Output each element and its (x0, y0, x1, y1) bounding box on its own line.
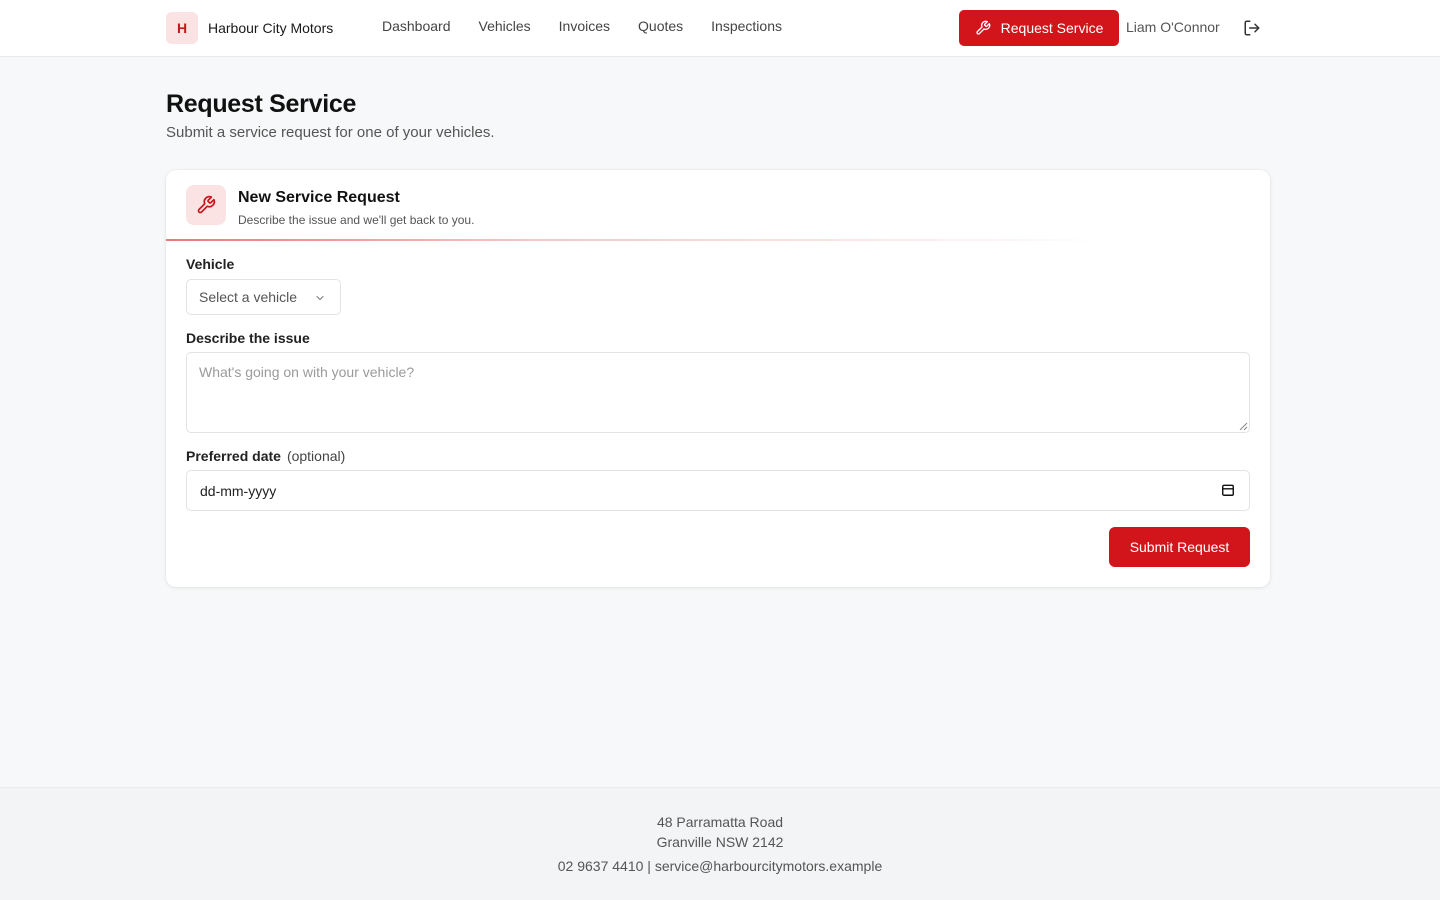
date-label: Preferred date (optional) (186, 448, 345, 464)
issue-label: Describe the issue (186, 330, 310, 346)
nav-quotes[interactable]: Quotes (638, 18, 683, 34)
date-label-text: Preferred date (186, 448, 281, 464)
calendar-icon[interactable] (1221, 483, 1235, 497)
preferred-date-input[interactable]: dd-mm-yyyy (186, 470, 1250, 511)
date-input-value: dd-mm-yyyy (200, 482, 277, 499)
card-header-icon (186, 185, 226, 225)
date-optional-text: (optional) (286, 448, 346, 464)
issue-textarea[interactable] (186, 352, 1250, 433)
card-title: New Service Request (238, 189, 400, 206)
footer-contact: 02 9637 4410 | service@harbourcitymotors… (557, 858, 883, 874)
chevron-down-icon (316, 296, 324, 300)
request-service-button[interactable]: Request Service (959, 10, 1119, 46)
nav-invoices[interactable]: Invoices (559, 18, 610, 34)
brand-name: Harbour City Motors (208, 20, 334, 36)
vehicle-select[interactable]: Select a vehicle (186, 279, 341, 315)
card-description: Describe the issue and we'll get back to… (238, 213, 475, 227)
nav-vehicles[interactable]: Vehicles (479, 18, 531, 34)
submit-request-button[interactable]: Submit Request (1109, 527, 1250, 567)
nav-dashboard[interactable]: Dashboard (382, 18, 451, 34)
brand-logo: H (166, 12, 198, 44)
brand[interactable]: H Harbour City Motors (166, 12, 333, 44)
page-subtitle: Submit a service request for one of your… (166, 124, 495, 141)
service-request-card: New Service Request Describe the issue a… (166, 170, 1270, 587)
wrench-icon (197, 195, 216, 214)
vehicle-select-value: Select a vehicle (199, 289, 298, 305)
header-divider (166, 239, 1106, 241)
resize-grip-icon[interactable] (1238, 421, 1248, 431)
main-nav: Dashboard Vehicles Invoices Quotes Inspe… (382, 18, 810, 34)
footer: 48 Parramatta Road Granville NSW 2142 02… (0, 787, 1440, 900)
card-header: New Service Request Describe the issue a… (166, 170, 1270, 241)
footer-address-line1: 48 Parramatta Road (656, 814, 784, 830)
logout-icon[interactable] (1243, 19, 1261, 37)
nav-inspections[interactable]: Inspections (711, 18, 782, 34)
footer-address-line2: Granville NSW 2142 (656, 834, 784, 850)
user-name: Liam O'Connor (1126, 19, 1220, 35)
top-nav-bar: H Harbour City Motors Dashboard Vehicles… (0, 0, 1440, 57)
request-service-label: Request Service (1000, 20, 1104, 36)
page-title: Request Service (166, 90, 357, 118)
wrench-icon (975, 20, 990, 35)
vehicle-label: Vehicle (186, 256, 235, 272)
